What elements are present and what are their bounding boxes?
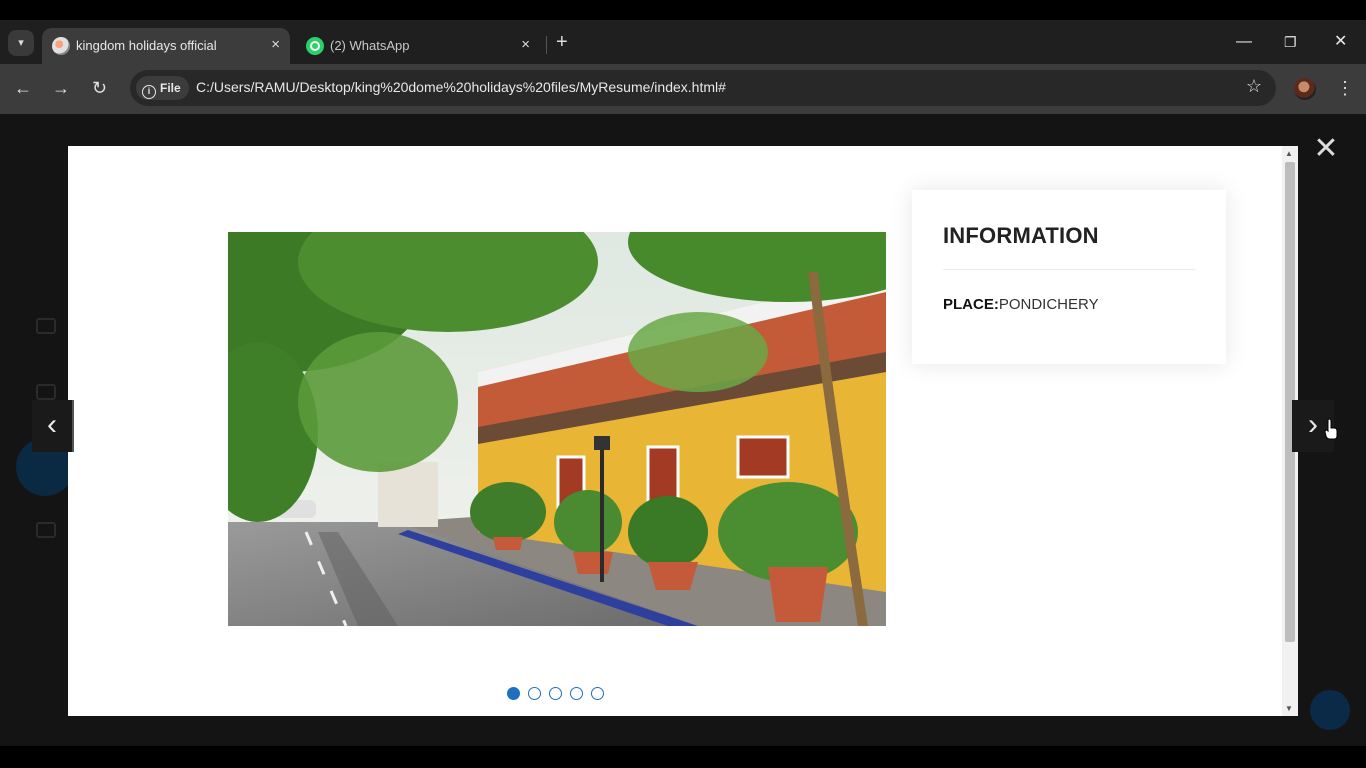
star-icon[interactable]: ☆ bbox=[1246, 76, 1262, 97]
user-icon bbox=[36, 384, 56, 400]
minimize-button[interactable]: — bbox=[1236, 30, 1252, 54]
tab-close-icon[interactable]: × bbox=[521, 36, 530, 53]
slide-dot-1[interactable] bbox=[507, 687, 520, 700]
slide-dot-4[interactable] bbox=[570, 687, 583, 700]
top-black-bar bbox=[0, 0, 1366, 20]
scroll-top-button bbox=[1310, 690, 1350, 730]
scroll-down-arrow-icon[interactable]: ▼ bbox=[1285, 704, 1293, 713]
forward-button[interactable]: → bbox=[52, 76, 70, 100]
place-label: PLACE: bbox=[943, 296, 999, 313]
street-photo bbox=[228, 232, 886, 626]
address-bar[interactable]: i File C:/Users/RAMU/Desktop/king%20dome%… bbox=[130, 70, 1276, 106]
slide-dot-5[interactable] bbox=[591, 687, 604, 700]
home-icon bbox=[36, 318, 56, 334]
lightbox-close-button[interactable]: ✕ bbox=[1308, 132, 1344, 168]
hand-cursor-icon bbox=[1324, 418, 1338, 440]
tab-close-icon[interactable]: × bbox=[271, 36, 280, 53]
whatsapp-icon bbox=[306, 37, 324, 55]
reload-button[interactable]: ↻ bbox=[92, 76, 107, 100]
info-icon: i bbox=[142, 85, 156, 99]
site-info-chip[interactable]: i File bbox=[136, 76, 189, 100]
back-button[interactable]: ← bbox=[14, 76, 32, 100]
profile-avatar[interactable] bbox=[1294, 78, 1316, 100]
tab-strip: ▾ kingdom holidays official × (2) WhatsA… bbox=[0, 20, 1366, 64]
information-card: INFORMATION PLACE:PONDICHERY bbox=[912, 190, 1226, 364]
tab-kingdom-holidays[interactable]: kingdom holidays official × bbox=[42, 28, 290, 64]
tab-whatsapp[interactable]: (2) WhatsApp × bbox=[296, 28, 540, 64]
lightbox-modal: INFORMATION PLACE:PONDICHERY ▲ ▼ bbox=[68, 146, 1298, 716]
information-title: INFORMATION bbox=[943, 223, 1099, 248]
new-tab-button[interactable]: + bbox=[556, 30, 568, 54]
previous-slide-button[interactable]: ‹ bbox=[32, 400, 74, 452]
tab-separator bbox=[546, 36, 547, 54]
mail-icon bbox=[36, 522, 56, 538]
window-close-button[interactable]: ✕ bbox=[1334, 30, 1347, 54]
kingdom-holidays-favicon-icon bbox=[52, 37, 70, 55]
slide-dot-2[interactable] bbox=[528, 687, 541, 700]
place-line: PLACE:PONDICHERY bbox=[943, 296, 1099, 313]
restore-button[interactable]: ❐ bbox=[1284, 30, 1297, 54]
chip-label: File bbox=[160, 81, 181, 95]
slide-image-pondicherry-street bbox=[228, 232, 886, 626]
tab-title: kingdom holidays official bbox=[76, 38, 217, 53]
divider bbox=[943, 269, 1195, 270]
browser-toolbar: ← → ↻ i File C:/Users/RAMU/Desktop/king%2… bbox=[0, 64, 1366, 114]
slide-dot-3[interactable] bbox=[549, 687, 562, 700]
tab-search-button[interactable]: ▾ bbox=[8, 30, 34, 56]
scroll-up-arrow-icon[interactable]: ▲ bbox=[1285, 149, 1293, 158]
screen: ▾ kingdom holidays official × (2) WhatsA… bbox=[0, 0, 1366, 768]
browser-menu-icon[interactable]: ⋮ bbox=[1336, 76, 1354, 100]
url-text[interactable]: C:/Users/RAMU/Desktop/king%20dome%20holi… bbox=[196, 79, 726, 95]
slide-indicators bbox=[507, 687, 612, 701]
tab-title: (2) WhatsApp bbox=[330, 38, 410, 53]
bottom-black-bar bbox=[0, 746, 1366, 768]
place-value: PONDICHERY bbox=[998, 296, 1099, 313]
